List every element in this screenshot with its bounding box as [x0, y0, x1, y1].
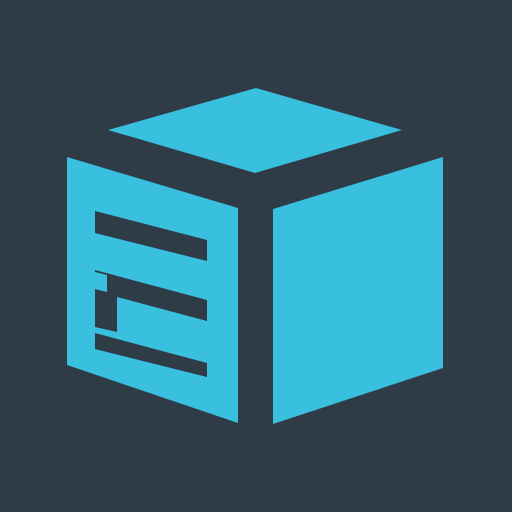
cube-logo-icon	[0, 0, 512, 512]
app-icon	[0, 0, 512, 512]
